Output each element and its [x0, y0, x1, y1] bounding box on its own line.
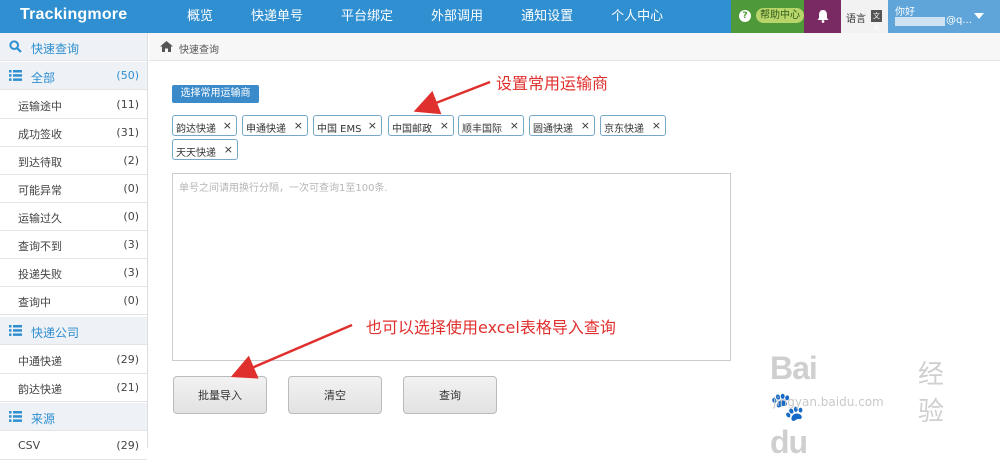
- annotation-bottom: 也可以选择使用excel表格导入查询: [366, 318, 616, 337]
- jingyan-text: 经验: [918, 360, 945, 427]
- annotation-arrows: [230, 80, 491, 379]
- annotation-top: 设置常用运输商: [496, 74, 609, 93]
- annotation-arrow-top: [413, 80, 491, 115]
- annotation-arrow-bottom: [230, 323, 353, 379]
- watermark-url: jingyan.baidu.com: [773, 395, 884, 409]
